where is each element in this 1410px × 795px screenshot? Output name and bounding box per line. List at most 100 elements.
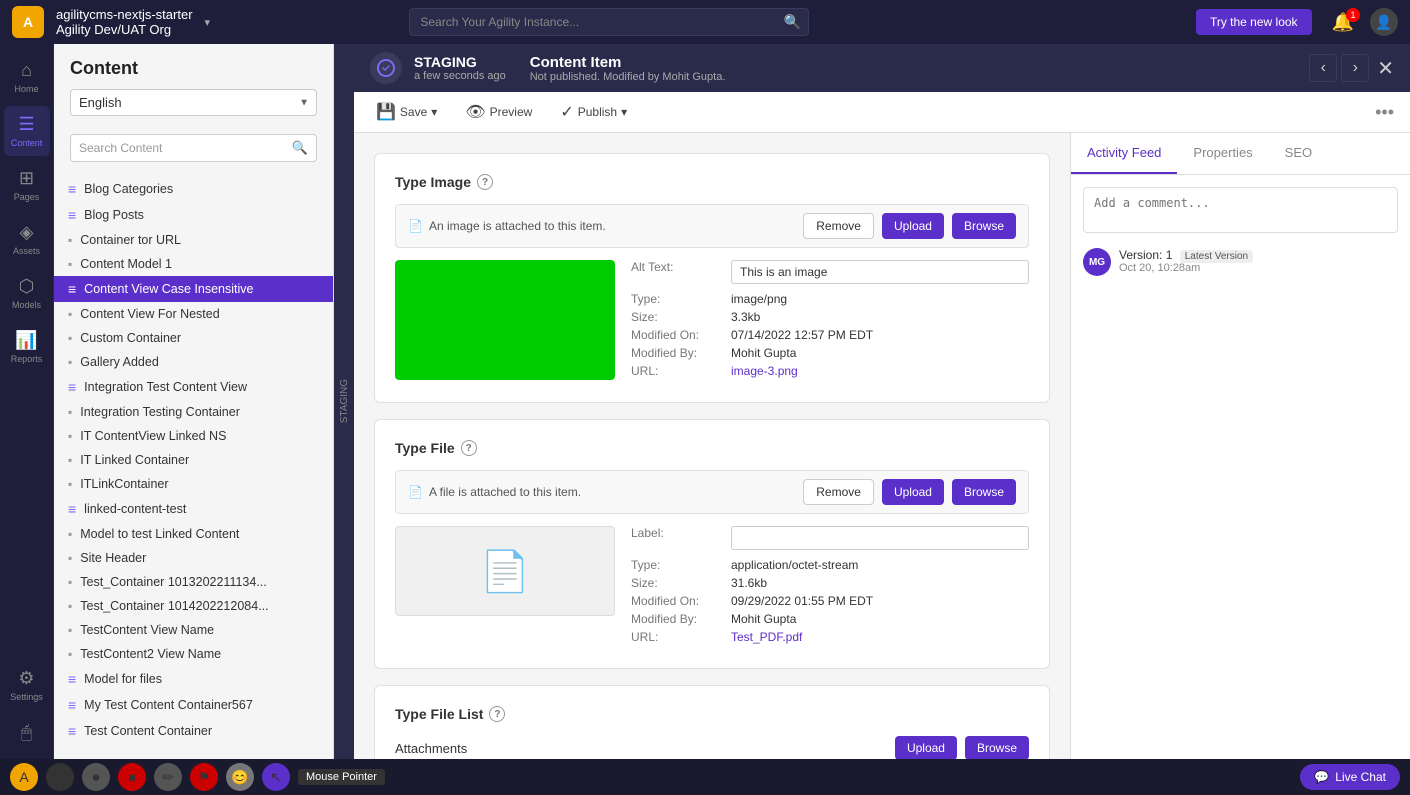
right-panel: Activity Feed Properties SEO MG Version:… bbox=[1070, 133, 1410, 759]
try-new-button[interactable]: Try the new look bbox=[1196, 9, 1312, 35]
image-upload-button[interactable]: Upload bbox=[882, 213, 944, 239]
list-item-linked-content-test[interactable]: ≡ linked-content-test bbox=[54, 496, 333, 522]
list-item-integration-testing[interactable]: ▪ Integration Testing Container bbox=[54, 400, 333, 424]
type-file-list-help-icon[interactable]: ? bbox=[489, 706, 505, 722]
face-icon[interactable]: 😊 bbox=[226, 763, 254, 791]
sidebar-item-home[interactable]: ⌂ Home bbox=[4, 52, 50, 102]
list-item-gallery-added[interactable]: ▪ Gallery Added bbox=[54, 350, 333, 374]
tab-activity-feed[interactable]: Activity Feed bbox=[1071, 133, 1177, 174]
home-icon: ⌂ bbox=[21, 60, 32, 81]
file-upload-button[interactable]: Upload bbox=[882, 479, 944, 505]
collapsed-label: STAGING bbox=[339, 379, 350, 423]
square-icon: ▪ bbox=[68, 623, 72, 637]
list-item-blog-posts[interactable]: ≡ Blog Posts bbox=[54, 202, 333, 228]
stop-icon[interactable]: ⏹ bbox=[118, 763, 146, 791]
version-entry: MG Version: 1 Latest Version Oct 20, 10:… bbox=[1083, 248, 1398, 276]
image-browse-button[interactable]: Browse bbox=[952, 213, 1016, 239]
staging-icon bbox=[370, 52, 402, 84]
mouse-icon: 🖱 bbox=[21, 722, 32, 743]
type-image-help-icon[interactable]: ? bbox=[477, 174, 493, 190]
list-item-site-header[interactable]: ▪ Site Header bbox=[54, 546, 333, 570]
cursor-icon[interactable]: ↖ bbox=[262, 763, 290, 791]
agility-bottom-icon[interactable]: A bbox=[10, 763, 38, 791]
search-icon: 🔍 bbox=[784, 14, 801, 31]
record-icon[interactable]: ⏺ bbox=[82, 763, 110, 791]
list-item-custom-container[interactable]: ▪ Custom Container bbox=[54, 326, 333, 350]
type-file-help-icon[interactable]: ? bbox=[461, 440, 477, 456]
file-preview: 📄 bbox=[395, 526, 615, 616]
assets-icon: ◈ bbox=[20, 222, 34, 243]
close-button[interactable]: ✕ bbox=[1377, 56, 1394, 81]
file-browse-button[interactable]: Browse bbox=[952, 479, 1016, 505]
list-item-model-files[interactable]: ≡ Model for files bbox=[54, 666, 333, 692]
search-input[interactable] bbox=[409, 8, 809, 36]
file-remove-button[interactable]: Remove bbox=[803, 479, 874, 505]
prev-button[interactable]: ‹ bbox=[1309, 54, 1337, 82]
sidebar-item-models[interactable]: ⬡ Models bbox=[4, 268, 50, 318]
square-icon: ▪ bbox=[68, 307, 72, 321]
sidebar-item-assets[interactable]: ◈ Assets bbox=[4, 214, 50, 264]
list-item-model-linked[interactable]: ▪ Model to test Linked Content bbox=[54, 522, 333, 546]
list-icon: ≡ bbox=[68, 671, 76, 687]
alt-text-input[interactable] bbox=[731, 260, 1029, 284]
list-item-itlinkcontainer[interactable]: ▪ ITLinkContainer bbox=[54, 472, 333, 496]
list-item-testcontent2-view[interactable]: ▪ TestContent2 View Name bbox=[54, 642, 333, 666]
user-avatar[interactable]: 👤 bbox=[1370, 8, 1398, 36]
list-item-integration-test[interactable]: ≡ Integration Test Content View bbox=[54, 374, 333, 400]
search-content-input[interactable] bbox=[79, 141, 286, 155]
live-chat-button[interactable]: 💬 Live Chat bbox=[1300, 764, 1400, 790]
square-icon: ▪ bbox=[68, 453, 72, 467]
square-icon: ▪ bbox=[68, 429, 72, 443]
sidebar-item-mouse[interactable]: 🖱 bbox=[4, 714, 50, 751]
list-item-test-container-1[interactable]: ▪ Test_Container 1013202211134... bbox=[54, 570, 333, 594]
save-icon: 💾 bbox=[376, 102, 396, 122]
preview-button[interactable]: 👁 Preview bbox=[459, 98, 538, 126]
content-item-info: Content Item Not published. Modified by … bbox=[530, 54, 726, 83]
list-item-testcontent-view[interactable]: ▪ TestContent View Name bbox=[54, 618, 333, 642]
comment-textarea[interactable] bbox=[1083, 187, 1398, 233]
filelist-browse-button[interactable]: Browse bbox=[965, 736, 1029, 759]
left-nav: ⌂ Home ☰ Content ⊞ Pages ◈ Assets ⬡ Mode… bbox=[0, 44, 54, 759]
image-detail: Alt Text: Type: image/png Size: 3.3kb bbox=[395, 260, 1029, 382]
content-search[interactable]: 🔍 bbox=[70, 134, 317, 162]
list-icon: ≡ bbox=[68, 723, 76, 739]
list-item-content-view-case-insensitive[interactable]: ≡ Content View Case Insensitive bbox=[54, 276, 333, 302]
app-title[interactable]: agilitycms-nextjs-starter Agility Dev/UA… bbox=[56, 7, 193, 37]
sidebar-item-pages[interactable]: ⊞ Pages bbox=[4, 160, 50, 210]
list-item-content-view-nested[interactable]: ▪ Content View For Nested bbox=[54, 302, 333, 326]
list-item-blog-categories[interactable]: ≡ Blog Categories bbox=[54, 176, 333, 202]
save-button[interactable]: 💾 Save ▾ bbox=[370, 98, 443, 126]
list-item-it-contentview[interactable]: ▪ IT ContentView Linked NS bbox=[54, 424, 333, 448]
tab-seo[interactable]: SEO bbox=[1269, 133, 1328, 174]
list-item-it-linked[interactable]: ▪ IT Linked Container bbox=[54, 448, 333, 472]
sidebar-item-reports[interactable]: 📊 Reports bbox=[4, 322, 50, 372]
notifications-icon[interactable]: 🔔 1 bbox=[1332, 12, 1354, 33]
play-icon[interactable]: ▶ bbox=[46, 763, 74, 791]
bottom-bar: A ▶ ⏺ ⏹ ✏ ⚑ 😊 ↖ Mouse Pointer 💬 Live Cha… bbox=[0, 759, 1410, 795]
file-url-link[interactable]: Test_PDF.pdf bbox=[731, 630, 802, 644]
list-item-test-container-2[interactable]: ▪ Test_Container 1014202212084... bbox=[54, 594, 333, 618]
next-button[interactable]: › bbox=[1341, 54, 1369, 82]
language-select[interactable]: English bbox=[70, 89, 317, 116]
image-remove-button[interactable]: Remove bbox=[803, 213, 874, 239]
image-url-link[interactable]: image-3.png bbox=[731, 364, 798, 378]
publish-button[interactable]: ✓ Publish ▾ bbox=[554, 98, 633, 126]
filelist-upload-button[interactable]: Upload bbox=[895, 736, 957, 759]
live-chat-icon: 💬 bbox=[1314, 770, 1329, 784]
global-search[interactable]: 🔍 bbox=[409, 8, 809, 36]
title-dropdown-icon[interactable]: ▾ bbox=[205, 16, 211, 29]
square-icon: ▪ bbox=[68, 331, 72, 345]
tab-properties[interactable]: Properties bbox=[1177, 133, 1268, 174]
models-icon: ⬡ bbox=[19, 276, 35, 297]
attachments-label: Attachments bbox=[395, 741, 467, 756]
flag-icon[interactable]: ⚑ bbox=[190, 763, 218, 791]
list-item-my-test-container[interactable]: ≡ My Test Content Container567 bbox=[54, 692, 333, 718]
list-item-test-content-container[interactable]: ≡ Test Content Container bbox=[54, 718, 333, 744]
sidebar-item-content[interactable]: ☰ Content bbox=[4, 106, 50, 156]
more-options-button[interactable]: ••• bbox=[1375, 102, 1394, 123]
pencil-icon[interactable]: ✏ bbox=[154, 763, 182, 791]
list-item-content-model-1[interactable]: ▪ Content Model 1 bbox=[54, 252, 333, 276]
sidebar-item-settings[interactable]: ⚙ Settings bbox=[4, 660, 50, 710]
list-item-container-url[interactable]: ▪ Container tor URL bbox=[54, 228, 333, 252]
file-label-input[interactable] bbox=[731, 526, 1029, 550]
